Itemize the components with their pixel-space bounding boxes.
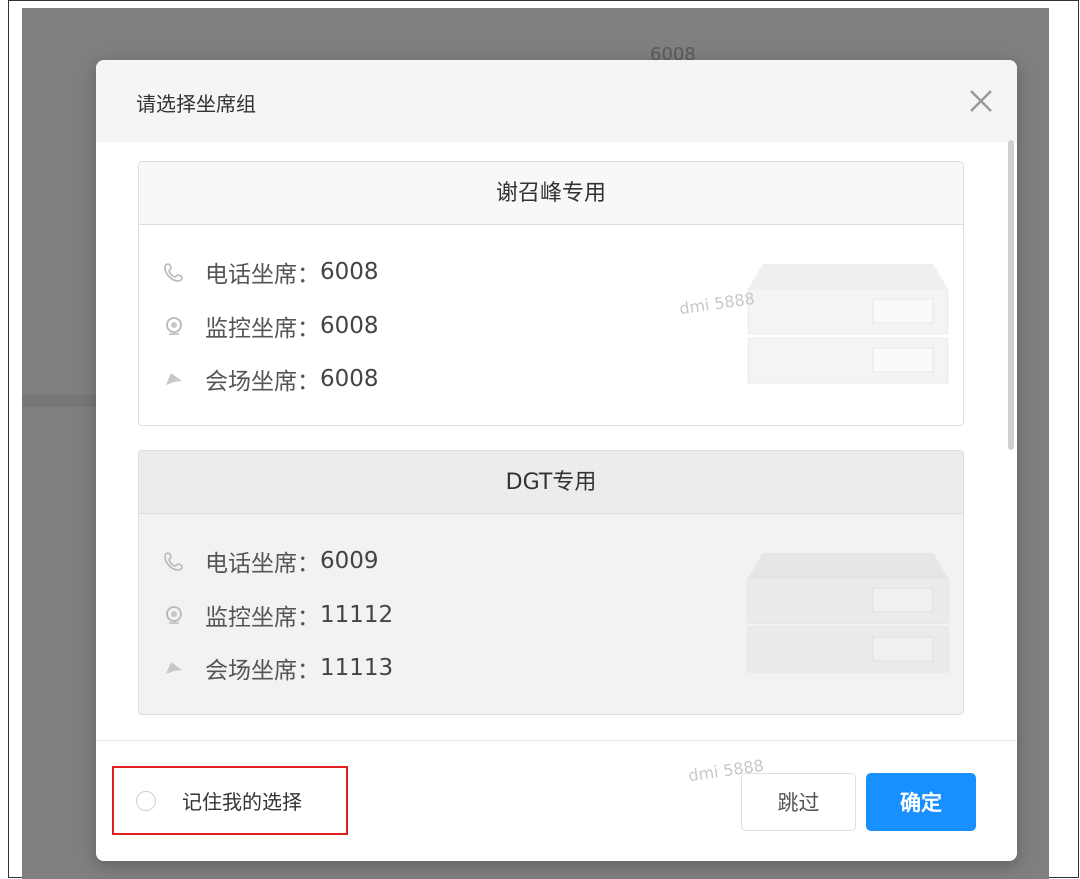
dialog-scrollbar[interactable] [1008, 140, 1014, 450]
seat-value: 6008 [320, 313, 379, 339]
phone-icon [164, 263, 183, 282]
seat-value: 6009 [320, 548, 379, 574]
seat-label: 会场坐席： [205, 369, 320, 395]
dialog-body: 谢召峰专用 dmi 5888 电话坐席： 6008 监控坐席： 6008 会场坐… [96, 142, 1017, 740]
seat-row-monitor: 监控坐席： 11112 [163, 600, 394, 631]
seat-group-card[interactable]: DGT专用 电话坐席： 6009 监控坐席： 11112 会场坐席： 11113 [138, 450, 964, 715]
seat-row-conference: 会场坐席： 6008 [163, 364, 379, 395]
server-rack-icon [747, 553, 949, 673]
conference-icon [166, 662, 182, 674]
server-rack-icon [747, 264, 949, 384]
seat-label: 电话坐席： [205, 262, 320, 288]
remember-radio[interactable] [136, 790, 156, 811]
skip-button[interactable]: 跳过 [741, 773, 856, 831]
phone-icon [164, 552, 183, 571]
seat-row-phone: 电话坐席： 6009 [163, 546, 379, 577]
seat-label: 监控坐席： [205, 605, 320, 631]
seat-label: 电话坐席： [205, 551, 320, 577]
dialog-header: 请选择坐席组 [96, 60, 1017, 142]
seat-label: 会场坐席： [205, 658, 320, 684]
remember-choice-option[interactable]: 记住我的选择 [112, 766, 348, 835]
conference-icon [166, 373, 182, 385]
seat-value: 6008 [320, 259, 379, 285]
seat-group-name: DGT专用 [139, 451, 963, 514]
remember-label: 记住我的选择 [182, 790, 302, 814]
select-seat-group-dialog: 请选择坐席组 谢召峰专用 dmi 5888 电话坐席： 6008 监控坐席： 6… [96, 60, 1017, 861]
dialog-footer: dmi 5888 记住我的选择 跳过 确定 [96, 740, 1017, 861]
confirm-button[interactable]: 确定 [866, 773, 976, 831]
monitor-icon [166, 317, 182, 335]
seat-row-conference: 会场坐席： 11113 [163, 653, 394, 684]
seat-value: 11113 [320, 655, 394, 681]
seat-row-phone: 电话坐席： 6008 [163, 257, 379, 288]
seat-label: 监控坐席： [205, 316, 320, 342]
seat-value: 6008 [320, 366, 379, 392]
seat-row-monitor: 监控坐席： 6008 [163, 311, 379, 342]
seat-group-card[interactable]: 谢召峰专用 dmi 5888 电话坐席： 6008 监控坐席： 6008 会场坐… [138, 161, 964, 426]
monitor-icon [166, 606, 182, 624]
seat-group-name: 谢召峰专用 [139, 162, 963, 225]
close-icon[interactable] [966, 86, 996, 116]
dialog-title: 请选择坐席组 [136, 92, 256, 116]
seat-value: 11112 [320, 602, 394, 628]
